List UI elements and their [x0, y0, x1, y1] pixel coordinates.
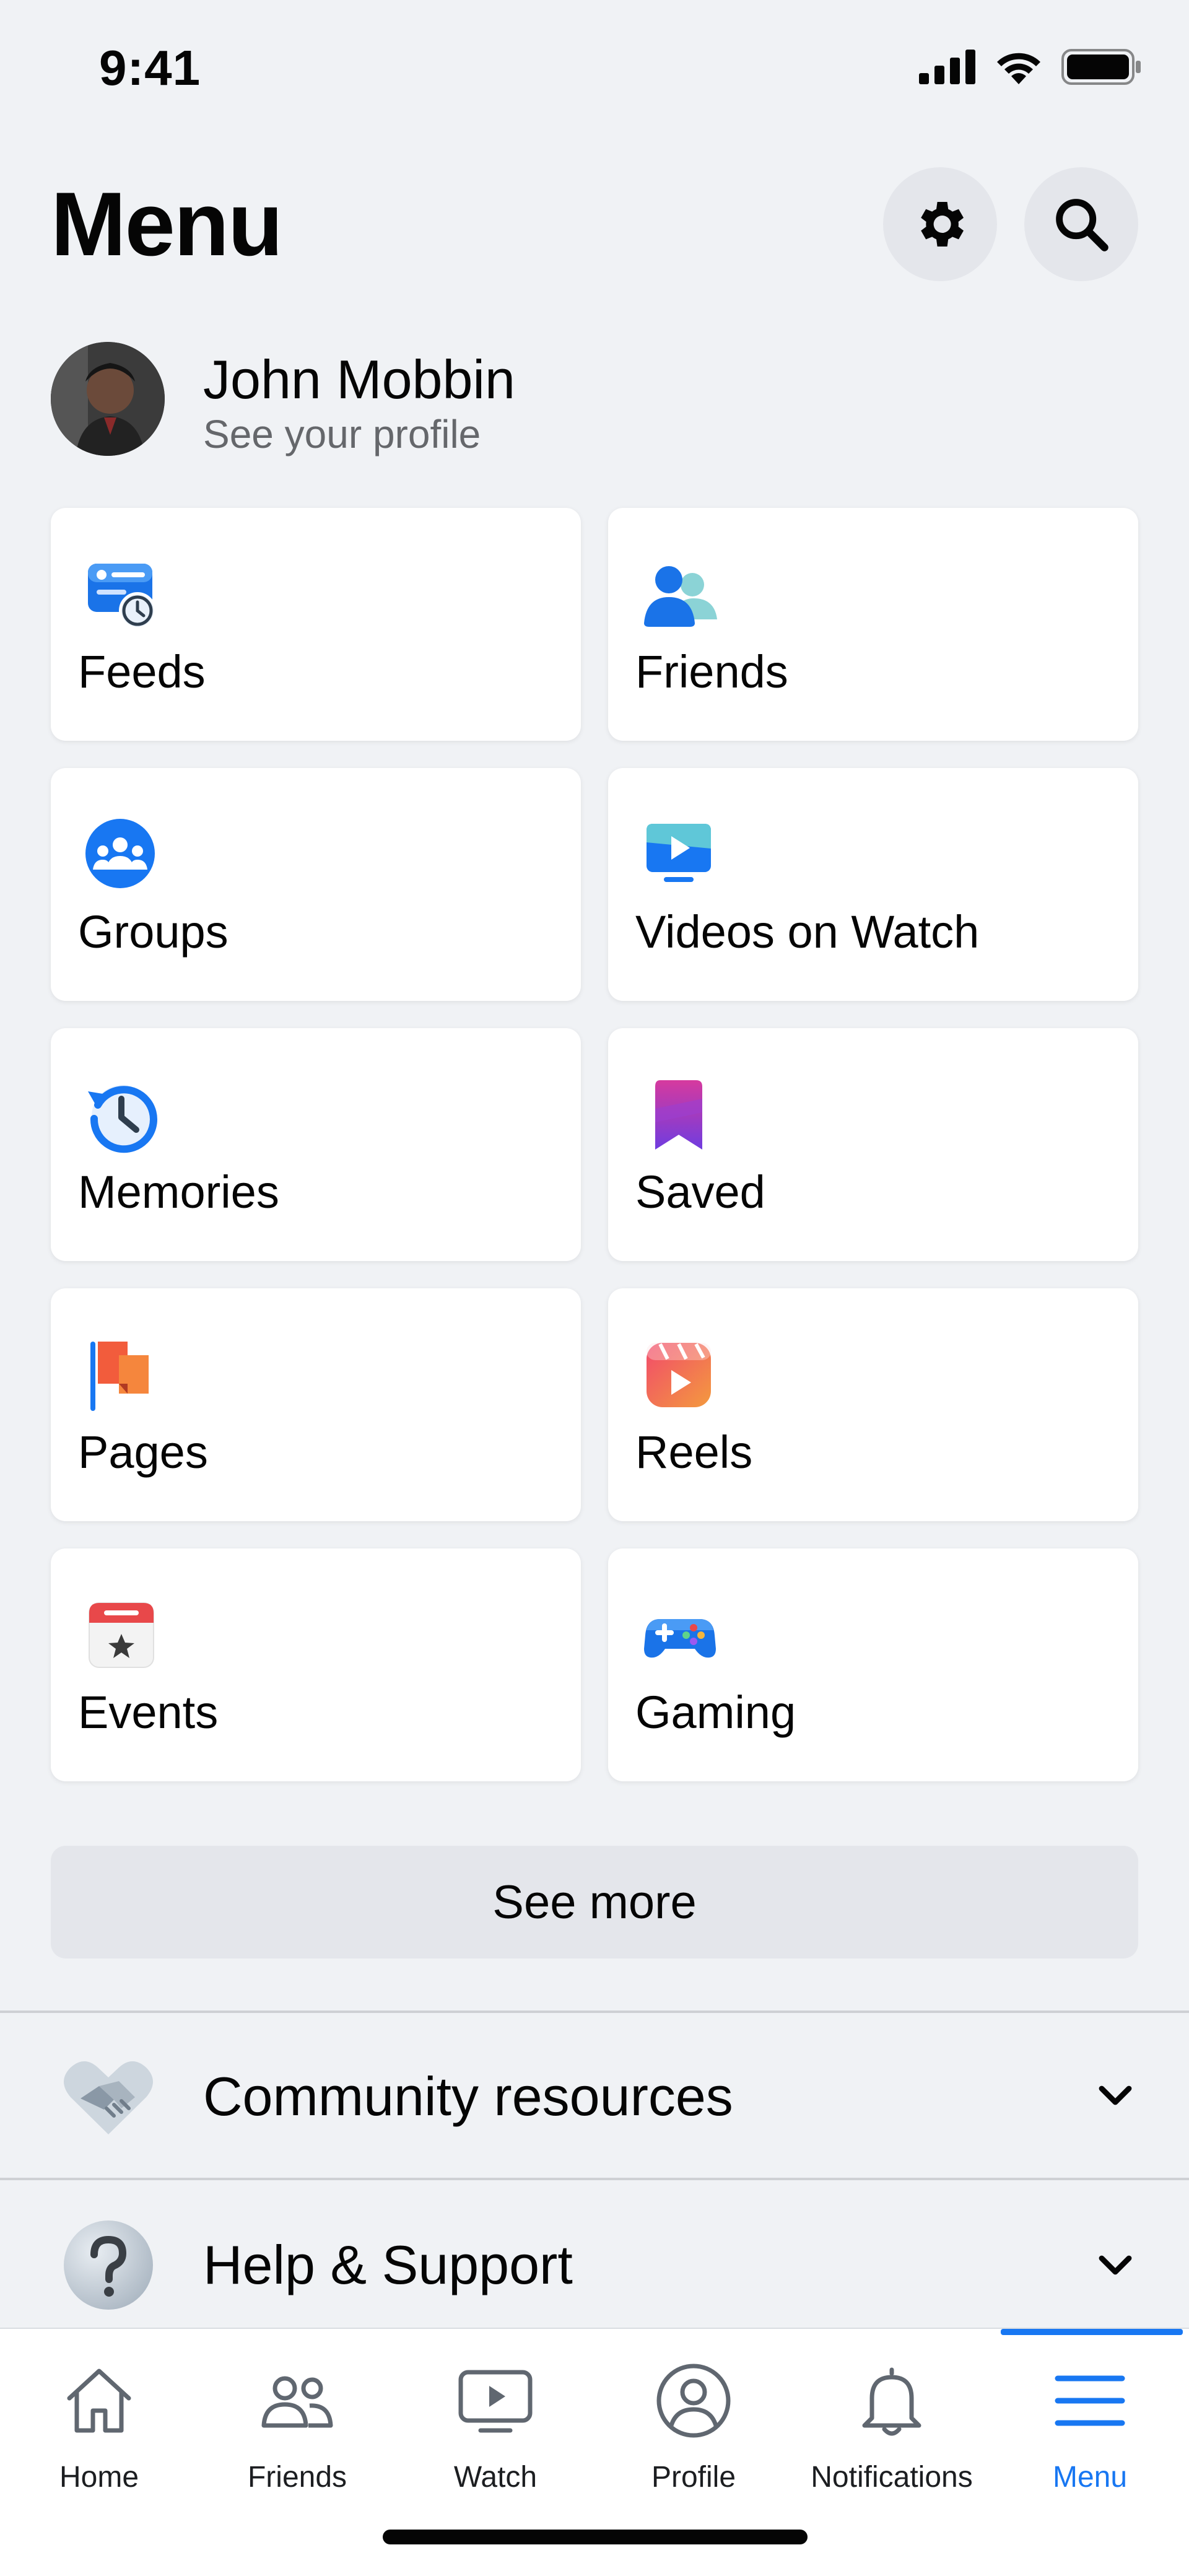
groups-icon: [85, 819, 155, 888]
shortcut-label: Gaming: [635, 1687, 796, 1738]
shortcut-videos-on-watch[interactable]: Videos on Watch: [608, 768, 1138, 1001]
tab-label: Home: [59, 2461, 139, 2494]
shortcut-memories[interactable]: Memories: [51, 1028, 581, 1261]
battery-icon: [1061, 49, 1141, 85]
tab-label: Profile: [651, 2461, 736, 2494]
section-label: Help & Support: [203, 2234, 573, 2295]
shortcut-feeds[interactable]: Feeds: [51, 508, 581, 741]
friends-icon: [261, 2376, 333, 2428]
bell-icon: [862, 2367, 921, 2436]
wifi-icon: [997, 53, 1040, 84]
shortcut-events[interactable]: Events: [51, 1548, 581, 1781]
tab-label: Watch: [453, 2461, 538, 2494]
shortcut-label: Friends: [635, 646, 788, 697]
gear-icon: [921, 202, 964, 247]
see-more-button[interactable]: See more: [51, 1846, 1138, 1958]
watch-icon: [458, 2370, 533, 2433]
shortcut-pages[interactable]: Pages: [51, 1288, 581, 1521]
feeds-icon: [88, 564, 156, 629]
status-bar: 9:41: [0, 0, 1189, 142]
shortcut-label: Reels: [635, 1426, 753, 1478]
tab-label: Notifications: [811, 2461, 973, 2494]
home-indicator[interactable]: [383, 2530, 808, 2544]
avatar: [51, 342, 165, 456]
tab-label: Menu: [1052, 2461, 1128, 2494]
profile-name: John Mobbin: [203, 349, 515, 410]
chevron-down-icon: [1099, 2085, 1132, 2105]
search-icon: [1056, 199, 1108, 251]
shortcuts-grid: Feeds Friends Groups Videos on Watch Mem…: [51, 508, 1138, 1781]
video-icon: [647, 824, 711, 882]
question-icon: [64, 2220, 153, 2310]
section-community-resources[interactable]: Community resources: [0, 2013, 1189, 2178]
shortcut-label: Events: [78, 1687, 219, 1738]
gamepad-icon: [644, 1619, 716, 1658]
profile-icon: [656, 2364, 731, 2438]
memories-icon: [88, 1085, 157, 1153]
header: Menu: [51, 167, 1138, 285]
status-time: 9:41: [99, 40, 201, 95]
shortcut-gaming[interactable]: Gaming: [608, 1548, 1138, 1781]
shortcut-label: Videos on Watch: [635, 906, 980, 958]
chevron-down-icon: [1099, 2255, 1132, 2275]
tab-friends[interactable]: Friends: [198, 2329, 396, 2527]
settings-button[interactable]: [883, 167, 997, 281]
page-title: Menu: [51, 173, 283, 274]
shortcut-saved[interactable]: Saved: [608, 1028, 1138, 1261]
calendar-icon: [89, 1602, 154, 1668]
signal-icon: [919, 50, 975, 84]
tab-label: Friends: [247, 2461, 347, 2494]
shortcut-label: Groups: [78, 906, 229, 958]
flag-icon: [90, 1342, 149, 1411]
profile-subtitle: See your profile: [203, 412, 481, 456]
shortcut-groups[interactable]: Groups: [51, 768, 581, 1001]
tab-watch[interactable]: Watch: [396, 2329, 594, 2527]
tab-notifications[interactable]: Notifications: [793, 2329, 991, 2527]
handshake-icon: [64, 2061, 153, 2134]
reels-icon: [647, 1343, 711, 1407]
shortcut-reels[interactable]: Reels: [608, 1288, 1138, 1521]
shortcut-friends[interactable]: Friends: [608, 508, 1138, 741]
shortcut-label: Pages: [78, 1426, 208, 1478]
search-button[interactable]: [1024, 167, 1138, 281]
profile-row[interactable]: John Mobbin See your profile: [51, 342, 1138, 456]
shortcut-label: Feeds: [78, 646, 206, 697]
section-help-support[interactable]: Help & Support: [0, 2180, 1189, 2345]
section-label: Community resources: [203, 2066, 733, 2127]
hamburger-icon: [1055, 2375, 1125, 2426]
friends-icon: [644, 566, 717, 627]
tab-profile[interactable]: Profile: [594, 2329, 793, 2527]
status-icons: [919, 48, 1142, 85]
tab-menu[interactable]: Menu: [991, 2329, 1189, 2527]
shortcut-label: Saved: [635, 1166, 765, 1218]
home-icon: [67, 2369, 131, 2433]
shortcut-label: Memories: [78, 1166, 279, 1218]
tab-home[interactable]: Home: [0, 2329, 198, 2527]
bookmark-icon: [655, 1080, 702, 1150]
